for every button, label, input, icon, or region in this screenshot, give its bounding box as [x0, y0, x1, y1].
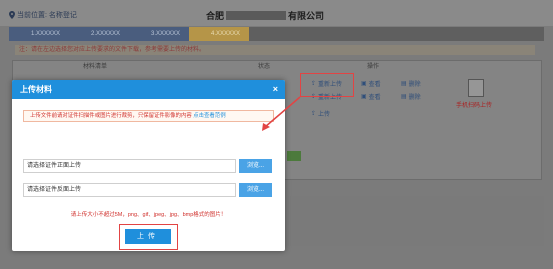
delete-link-1[interactable]: ▤ 删除: [401, 79, 421, 88]
upload-link-3[interactable]: ⇪ 上传: [311, 109, 330, 118]
back-upload-row: 浏览...: [23, 183, 274, 197]
browse-front-button[interactable]: 浏览...: [239, 159, 272, 173]
phone-upload-link[interactable]: 手机扫码上传: [456, 100, 492, 109]
modal-body: 上传文件前请对证件扫描件或图片进行裁剪，只保留证件影像的内容 点击查看范例 浏览…: [12, 99, 285, 251]
delete-icon: ▤: [401, 81, 407, 87]
reupload-highlight: [300, 73, 354, 97]
view-icon: ▣: [361, 94, 367, 100]
header-materials: 材料清单: [83, 64, 108, 70]
example-link[interactable]: 点击查看范例: [193, 113, 225, 119]
modal-title: 上传材料: [20, 85, 52, 94]
company-prefix: 合肥: [206, 11, 225, 21]
browse-back-button[interactable]: 浏览...: [239, 183, 272, 197]
delete-link-2[interactable]: ▤ 删除: [401, 92, 421, 101]
company-name: 合肥 有限公司: [206, 9, 324, 22]
step-4: 4.XXXXXX: [189, 27, 249, 41]
header-action: 操作: [367, 64, 380, 70]
upload-button[interactable]: 上传: [125, 229, 171, 244]
location-label: 当前位置: 名称登记: [17, 12, 77, 19]
upload-highlight: 上传: [119, 224, 178, 250]
progress-steps: 1.XXXXXX 2.XXXXXX 3.XXXXXX 4.XXXXXX: [9, 27, 544, 41]
step-2: 2.XXXXXX: [69, 27, 129, 41]
modal-header: 上传材料 ×: [12, 80, 285, 99]
tip-text: 上传文件前请对证件扫描件或图片进行裁剪，只保留证件影像的内容: [30, 113, 192, 119]
file-limit-text: 请上传大小不超过5M，png、gif、jpeg、jpg、bmp格式的图片！: [70, 212, 227, 218]
step-3: 3.XXXXXX: [129, 27, 189, 41]
location-pin-icon: [9, 11, 15, 19]
redacted-mask: [226, 11, 287, 20]
header-status: 状态: [258, 64, 271, 70]
view-label: 查看: [368, 95, 381, 101]
location-breadcrumb: 当前位置: 名称登记: [9, 10, 77, 20]
upload-modal: 上传材料 × 上传文件前请对证件扫描件或图片进行裁剪，只保留证件影像的内容 点击…: [12, 80, 285, 251]
back-file-input[interactable]: [23, 183, 236, 197]
close-icon[interactable]: ×: [273, 80, 278, 99]
background-panel: [288, 196, 544, 246]
crop-tip: 上传文件前请对证件扫描件或图片进行裁剪，只保留证件影像的内容 点击查看范例: [23, 110, 274, 122]
qr-code-icon[interactable]: [468, 79, 484, 97]
step-1: 1.XXXXXX: [9, 27, 69, 41]
view-label: 查看: [368, 82, 381, 88]
delete-label: 删除: [408, 95, 421, 101]
notice-text: 注：请在左边选择您对应上传要求的文件下载，参考需要上传的材料。: [15, 45, 535, 55]
front-file-input[interactable]: [23, 159, 236, 173]
company-suffix: 有限公司: [288, 11, 325, 21]
view-link-1[interactable]: ▣ 查看: [361, 79, 381, 88]
status-indicator: [287, 151, 301, 161]
view-link-2[interactable]: ▣ 查看: [361, 92, 381, 101]
delete-label: 删除: [408, 82, 421, 88]
upload-label: 上传: [318, 112, 331, 118]
delete-icon: ▤: [401, 94, 407, 100]
upload-icon: ⇪: [311, 111, 317, 117]
front-upload-row: 浏览...: [23, 159, 274, 173]
view-icon: ▣: [361, 81, 367, 87]
